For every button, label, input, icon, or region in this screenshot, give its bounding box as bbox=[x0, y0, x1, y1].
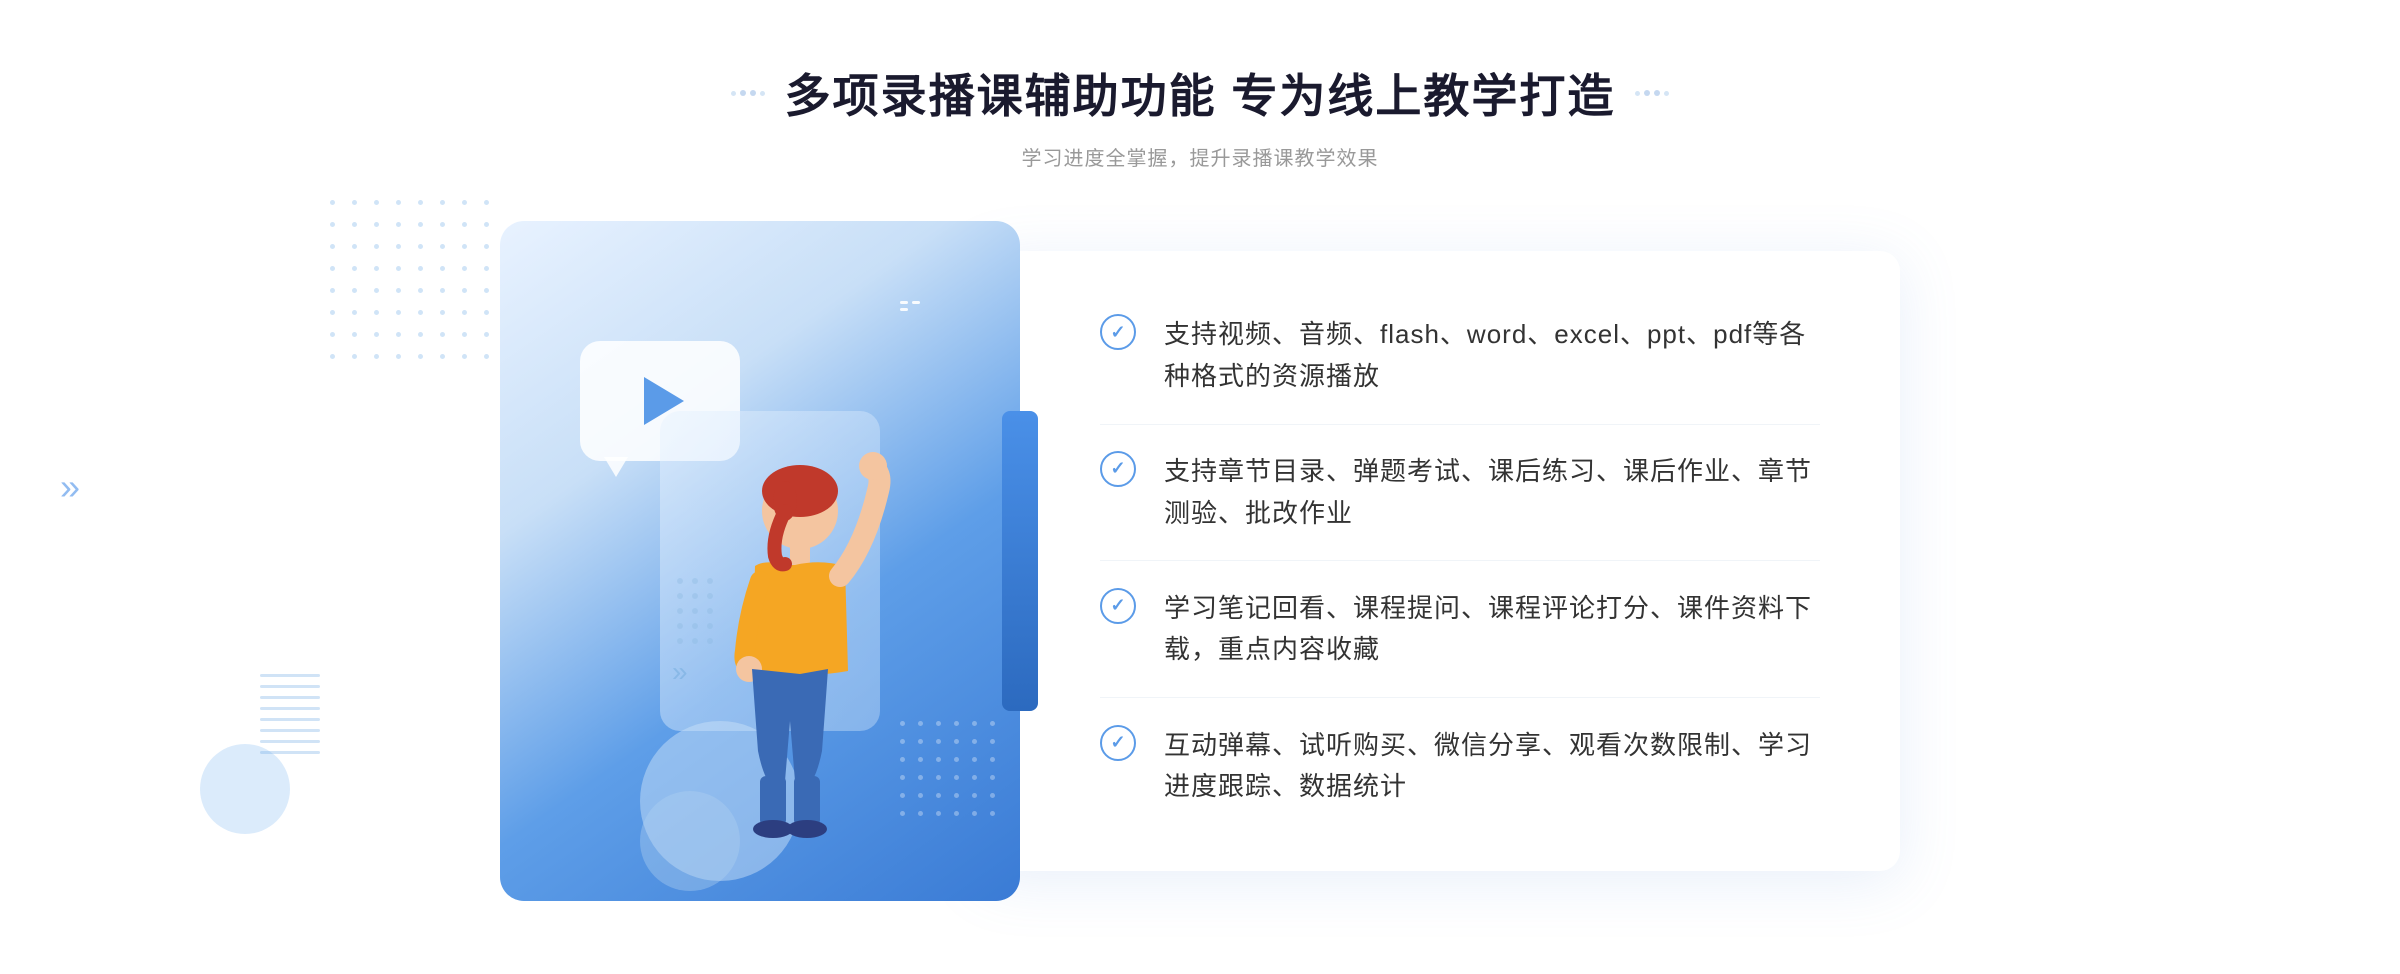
feature-item-3: 学习笔记回看、课程提问、课程评论打分、课件资料下载，重点内容收藏 bbox=[1100, 588, 1820, 671]
figure-illustration: » bbox=[600, 381, 920, 901]
header-section: 多项录播课辅助功能 专为线上教学打造 学习进度全掌握，提升录播课教学效果 bbox=[731, 60, 1670, 171]
check-icon-4 bbox=[1100, 725, 1136, 761]
dot-pattern-left: // Generate 64 dots bbox=[330, 200, 498, 368]
title-decorator-right bbox=[1635, 90, 1669, 96]
check-icon-3 bbox=[1100, 588, 1136, 624]
feature-item-4: 互动弹幕、试听购买、微信分享、观看次数限制、学习进度跟踪、数据统计 bbox=[1100, 725, 1820, 808]
check-icon-2 bbox=[1100, 451, 1136, 487]
feature-divider-3 bbox=[1100, 697, 1820, 698]
feature-item-2: 支持章节目录、弹题考试、课后练习、课后作业、章节测验、批改作业 bbox=[1100, 451, 1820, 534]
page-container: // Generate 64 dots » 多项录播课辅助功能 专为线上教学打造… bbox=[0, 0, 2400, 974]
features-card: 支持视频、音频、flash、word、excel、ppt、pdf等各种格式的资源… bbox=[980, 251, 1900, 871]
header-title-row: 多项录播课辅助功能 专为线上教学打造 bbox=[731, 60, 1670, 126]
deco-stripes bbox=[260, 674, 320, 774]
feature-text-2: 支持章节目录、弹题考试、课后练习、课后作业、章节测验、批改作业 bbox=[1164, 451, 1820, 534]
page-subtitle: 学习进度全掌握，提升录播课教学效果 bbox=[731, 142, 1670, 171]
feature-text-3: 学习笔记回看、课程提问、课程评论打分、课件资料下载，重点内容收藏 bbox=[1164, 588, 1820, 671]
illustration-card: » bbox=[500, 221, 1020, 901]
sparkle-decoration bbox=[900, 301, 920, 315]
chevron-left-decoration: » bbox=[60, 466, 72, 508]
illustration-inner: » bbox=[500, 221, 1020, 901]
check-icon-1 bbox=[1100, 314, 1136, 350]
feature-divider-2 bbox=[1100, 560, 1820, 561]
main-content: » 支持视频、音频、flash、word、excel、ppt、pdf等各种格式的… bbox=[500, 221, 1900, 901]
feature-item-1: 支持视频、音频、flash、word、excel、ppt、pdf等各种格式的资源… bbox=[1100, 314, 1820, 397]
feature-divider-1 bbox=[1100, 424, 1820, 425]
feature-text-1: 支持视频、音频、flash、word、excel、ppt、pdf等各种格式的资源… bbox=[1164, 314, 1820, 397]
feature-text-4: 互动弹幕、试听购买、微信分享、观看次数限制、学习进度跟踪、数据统计 bbox=[1164, 725, 1820, 808]
svg-text:»: » bbox=[672, 656, 688, 687]
title-decorator-left bbox=[731, 90, 765, 96]
blue-accent-bar bbox=[1002, 411, 1038, 711]
page-title: 多项录播课辅助功能 专为线上教学打造 bbox=[785, 60, 1616, 126]
